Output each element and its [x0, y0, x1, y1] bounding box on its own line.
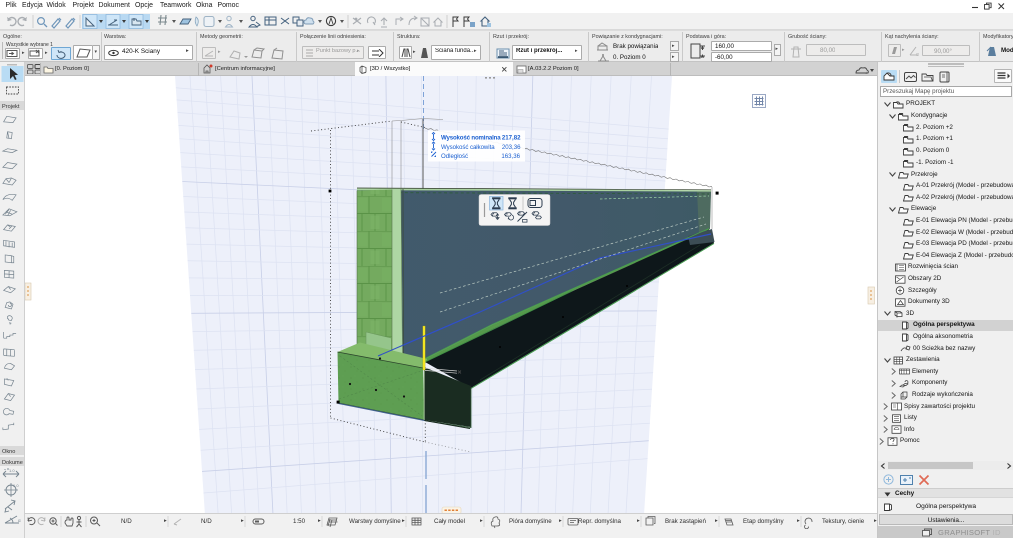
svg-text:203,36: 203,36 [502, 144, 521, 151]
svg-text:163,36: 163,36 [501, 153, 520, 160]
svg-text:217,82: 217,82 [502, 135, 521, 142]
svg-text:α: α [18, 518, 21, 523]
svg-text:1.0: 1.0 [13, 483, 19, 488]
svg-text:Projekt: Projekt [2, 104, 20, 110]
svg-text:Dokume: Dokume [2, 460, 23, 466]
svg-text:Wysokość całkowita: Wysokość całkowita [441, 144, 495, 151]
svg-text:1.0: 1.0 [9, 468, 15, 473]
svg-text:↓: ↓ [865, 70, 867, 75]
svg-text:Okno: Okno [2, 449, 15, 455]
svg-text:Wysokość nominalna: Wysokość nominalna [441, 135, 501, 142]
svg-text:α: α [916, 52, 919, 57]
svg-text:Odległość: Odległość [441, 153, 468, 160]
